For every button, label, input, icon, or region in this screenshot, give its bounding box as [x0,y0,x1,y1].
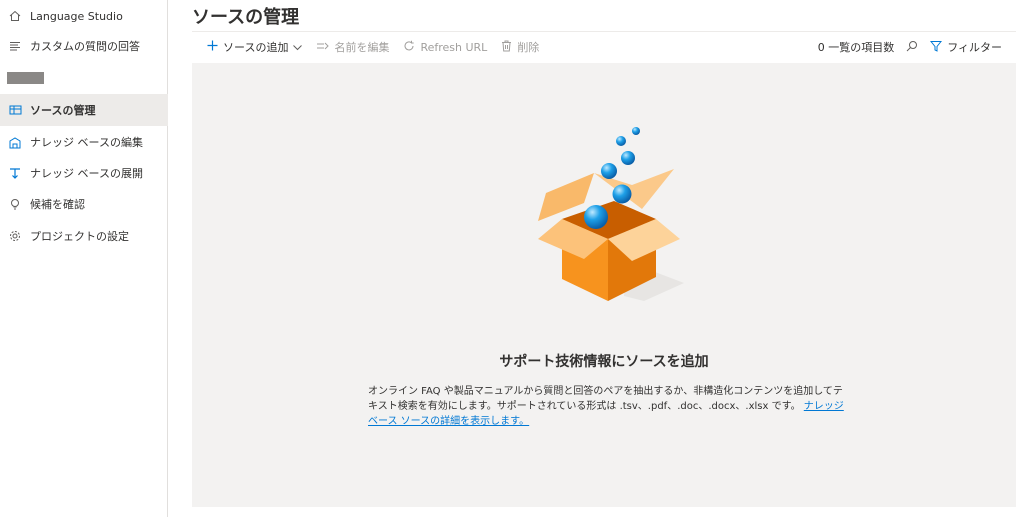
deploy-icon [0,167,30,179]
main-panel: ソースの管理 ソースの追加 名前を編集 Refresh URL 削除 0 一覧の… [176,0,1016,517]
rename-button[interactable]: 名前を編集 [316,39,389,55]
empty-state-description-text: オンライン FAQ や製品マニュアルから質問と回答のペアを抽出するか、非構造化コ… [368,386,843,412]
filter-button[interactable]: フィルター [930,39,1002,55]
empty-state-description: オンライン FAQ や製品マニュアルから質問と回答のペアを抽出するか、非構造化コ… [368,384,844,429]
item-count: 0 一覧の項目数 [817,41,895,54]
sidebar: Language Studio カスタムの質問の回答 ソースの管理 ナレッジ ベ… [0,0,168,517]
empty-state-panel: サポート技術情報にソースを追加 オンライン FAQ や製品マニュアルから質問と回… [192,63,1016,507]
gear-icon [0,230,30,242]
sidebar-item-label: ナレッジ ベースの編集 [30,136,143,149]
sidebar-item-custom-qa[interactable]: カスタムの質問の回答 [0,30,168,62]
rename-label: 名前を編集 [334,41,390,54]
delete-button[interactable]: 削除 [501,39,539,55]
refresh-url-label: Refresh URL [420,40,488,54]
filter-icon [930,40,943,55]
sidebar-item-label: ソースの管理 [30,104,96,117]
page-title: ソースの管理 [192,7,300,28]
toolbar-right: 0 一覧の項目数 フィルター [818,39,1016,55]
plus-icon [207,40,218,54]
home-icon [0,10,30,22]
sidebar-item-edit-kb[interactable]: ナレッジ ベースの編集 [0,126,168,158]
search-icon[interactable] [906,40,918,55]
chevron-down-icon [293,41,303,54]
sidebar-item-review-suggestions[interactable]: 候補を確認 [0,188,168,220]
add-source-label: ソースの追加 [223,41,289,54]
empty-state-title: サポート技術情報にソースを追加 [499,354,709,370]
sidebar-item-label: 候補を確認 [30,198,85,211]
refresh-icon [403,40,415,55]
filter-label: フィルター [947,41,1002,54]
sidebar-item-label: Language Studio [30,9,123,23]
sidebar-item-deploy-kb[interactable]: ナレッジ ベースの展開 [0,157,168,189]
sidebar-item-label: カスタムの質問の回答 [30,40,140,53]
redacted-block [7,72,44,84]
manage-sources-icon [0,104,30,116]
refresh-url-button[interactable]: Refresh URL [403,40,487,55]
open-box-illustration [538,127,684,301]
sidebar-item-language-studio[interactable]: Language Studio [0,0,168,32]
add-source-button[interactable]: ソースの追加 [207,39,303,55]
edit-kb-icon [0,136,30,149]
sidebar-item-manage-sources[interactable]: ソースの管理 [0,94,168,126]
lightbulb-icon [0,198,30,211]
list-icon [0,40,30,52]
delete-label: 削除 [517,41,540,54]
toolbar: ソースの追加 名前を編集 Refresh URL 削除 0 一覧の項目数 フィル… [192,31,1016,62]
rename-icon [316,41,330,54]
trash-icon [501,40,512,55]
sidebar-item-label: プロジェクトの設定 [30,230,129,243]
sidebar-item-label: ナレッジ ベースの展開 [30,167,143,180]
sidebar-item-project-settings[interactable]: プロジェクトの設定 [0,220,168,252]
